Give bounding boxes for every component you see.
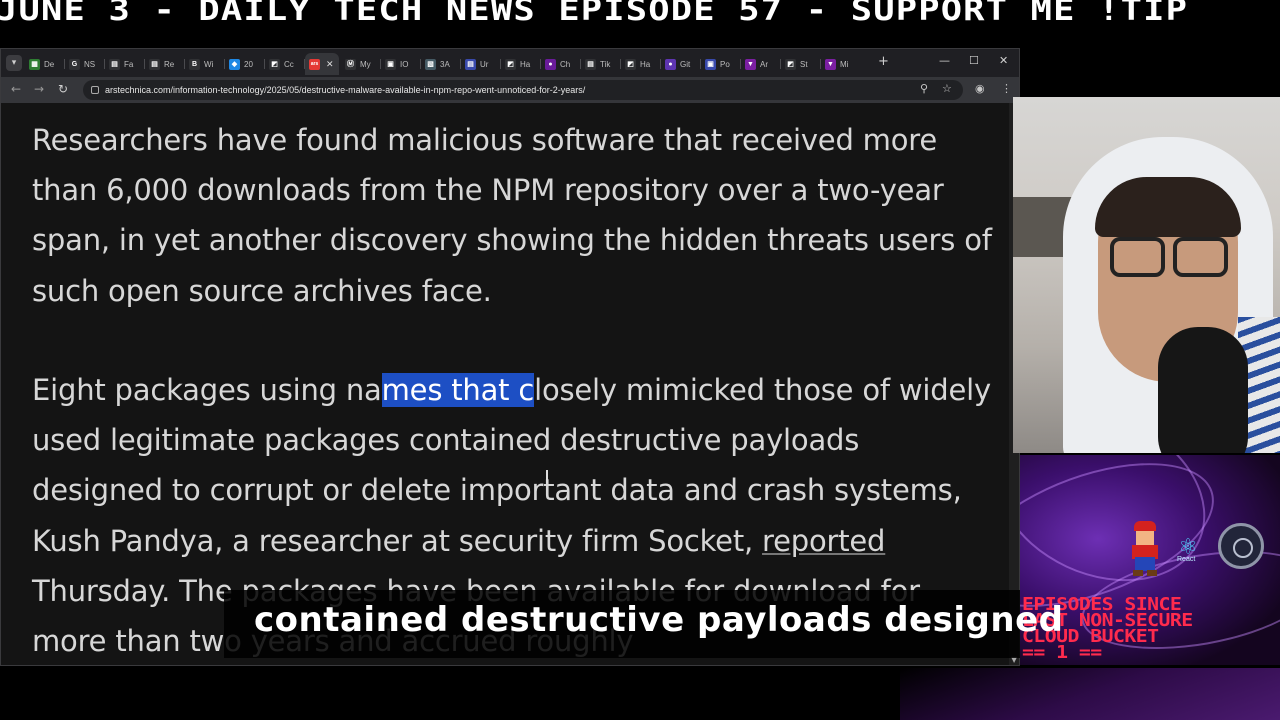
browser-tab[interactable]: ▤ Tik: [581, 53, 621, 75]
tab-favicon-icon: ▣: [385, 58, 396, 70]
tab-favicon-icon: ▤: [149, 58, 160, 70]
browser-tab[interactable]: G NS: [65, 53, 105, 75]
tab-strip: ▾ ▦ De G NS ▤ Fa ▤ Re B Wi ◆ 20 ◩ Cc ars ✕ Ⓜ My ▣ IO ▧ 3A ▤ Ur ◩…: [1, 49, 1019, 77]
new-tab-button[interactable]: +: [878, 54, 889, 69]
text-selection: mes that c: [381, 373, 535, 407]
tab-title: De: [44, 59, 55, 69]
tab-favicon-icon: ▤: [585, 58, 596, 70]
extensions-icon[interactable]: ◉: [975, 82, 985, 95]
tab-favicon-icon: ▣: [705, 58, 716, 70]
browser-tab[interactable]: ▤ Re: [145, 53, 185, 75]
forward-arrow-icon[interactable]: →: [34, 82, 44, 96]
address-bar[interactable]: arstechnica.com/information-technology/2…: [83, 80, 963, 100]
browser-tab[interactable]: ▼ Mi: [821, 53, 861, 75]
minimize-icon[interactable]: —: [939, 54, 950, 67]
browser-tab[interactable]: ▤ Fa: [105, 53, 145, 75]
tab-favicon-icon: ▼: [825, 58, 836, 70]
compass-logo-icon: [1218, 523, 1264, 569]
tab-favicon-icon: ▤: [109, 58, 120, 70]
tab-title: NS: [84, 59, 96, 69]
browser-tab[interactable]: ◆ 20: [225, 53, 265, 75]
tab-favicon-icon: ◆: [229, 58, 240, 70]
tab-title: Po: [720, 59, 730, 69]
browser-tab[interactable]: ◩ St: [781, 53, 821, 75]
tab-title: 20: [244, 59, 253, 69]
tab-favicon-icon: ▧: [425, 58, 436, 70]
browser-tab[interactable]: ▧ 3A: [421, 53, 461, 75]
bookmark-star-icon[interactable]: ☆: [942, 82, 952, 95]
tab-favicon-icon: ●: [665, 58, 676, 70]
browser-window: ▾ ▦ De G NS ▤ Fa ▤ Re B Wi ◆ 20 ◩ Cc ars ✕ Ⓜ My ▣ IO ▧ 3A ▤ Ur ◩…: [0, 48, 1020, 666]
tab-title: My: [360, 59, 371, 69]
tab-title: Tik: [600, 59, 611, 69]
browser-tab[interactable]: ▣ IO: [381, 53, 421, 75]
paragraph-text: Eight packages using na: [32, 373, 382, 407]
tab-favicon-icon: ars: [309, 58, 320, 70]
article-body: Researchers have found malicious softwar…: [1, 103, 1009, 665]
tab-title: Ur: [480, 59, 489, 69]
live-caption: contained destructive payloads designed: [224, 590, 1063, 658]
tab-favicon-icon: ▦: [29, 58, 40, 70]
browser-tab[interactable]: ▤ Ur: [461, 53, 501, 75]
reload-icon[interactable]: ↻: [58, 82, 68, 96]
tab-title: Ha: [640, 59, 651, 69]
tab-favicon-icon: ▼: [745, 58, 756, 70]
tab-favicon-icon: ◩: [269, 58, 280, 70]
maximize-icon[interactable]: ☐: [969, 54, 979, 67]
tab-title: Git: [680, 59, 691, 69]
tab-favicon-icon: ●: [545, 58, 556, 70]
browser-tab[interactable]: ▣ Po: [701, 53, 741, 75]
react-label: React: [1177, 556, 1196, 563]
microphone: [1158, 327, 1248, 453]
tab-title: Mi: [840, 59, 849, 69]
site-info-icon[interactable]: [91, 86, 99, 94]
article-paragraph-1: Researchers have found malicious softwar…: [32, 123, 992, 308]
zoom-icon[interactable]: ⚲: [920, 82, 928, 95]
tab-favicon-icon: ◩: [785, 58, 796, 70]
back-arrow-icon[interactable]: ←: [11, 82, 21, 96]
reported-link[interactable]: reported: [762, 524, 885, 558]
webcam-feed: [1013, 97, 1280, 453]
browser-tab[interactable]: ● Git: [661, 53, 701, 75]
tab-title: Ha: [520, 59, 531, 69]
address-bar-url: arstechnica.com/information-technology/2…: [105, 85, 586, 95]
browser-tab[interactable]: ▦ De: [25, 53, 65, 75]
tab-title: Ar: [760, 59, 768, 69]
menu-icon[interactable]: ⋮: [1001, 82, 1012, 95]
episode-banner: JUNE 3 - DAILY TECH NEWS EPISODE 57 - SU…: [0, 0, 1280, 30]
close-tab-icon[interactable]: ✕: [326, 59, 334, 70]
tab-title: Re: [164, 59, 175, 69]
tab-title: Ch: [560, 59, 571, 69]
tab-title: St: [800, 59, 808, 69]
browser-tab[interactable]: ◩ Cc: [265, 53, 305, 75]
tab-favicon-icon: ◩: [625, 58, 636, 70]
toolbar: ← → ↻ arstechnica.com/information-techno…: [1, 77, 1019, 103]
browser-tab[interactable]: Ⓜ My: [341, 53, 381, 75]
browser-tab[interactable]: ▼ Ar: [741, 53, 781, 75]
tab-title: Cc: [284, 59, 294, 69]
counter-line: == 1 ==: [1022, 642, 1102, 663]
browser-tab[interactable]: ◩ Ha: [501, 53, 541, 75]
tab-favicon-icon: B: [189, 58, 200, 70]
browser-tab[interactable]: ◩ Ha: [621, 53, 661, 75]
tab-favicon-icon: ◩: [505, 58, 516, 70]
tab-title: Fa: [124, 59, 134, 69]
tab-favicon-icon: ▤: [465, 58, 476, 70]
episode-banner-text: JUNE 3 - DAILY TECH NEWS EPISODE 57 - SU…: [0, 0, 1189, 28]
tab-title: 3A: [440, 59, 450, 69]
browser-tab[interactable]: B Wi: [185, 53, 225, 75]
decorative-glow: [900, 668, 1280, 720]
caption-text: contained destructive payloads designed: [254, 600, 1064, 640]
close-window-icon[interactable]: ✕: [999, 54, 1008, 67]
tab-favicon-icon: G: [69, 58, 80, 70]
tab-favicon-icon: Ⓜ: [345, 58, 356, 70]
text-cursor-icon: [546, 470, 548, 484]
browser-tab[interactable]: ars ✕: [305, 53, 339, 75]
browser-tab[interactable]: ● Ch: [541, 53, 581, 75]
tab-title: IO: [400, 59, 409, 69]
tab-title: Wi: [204, 59, 214, 69]
mario-sprite-icon: [1132, 521, 1158, 577]
tab-search-button[interactable]: ▾: [6, 55, 22, 71]
